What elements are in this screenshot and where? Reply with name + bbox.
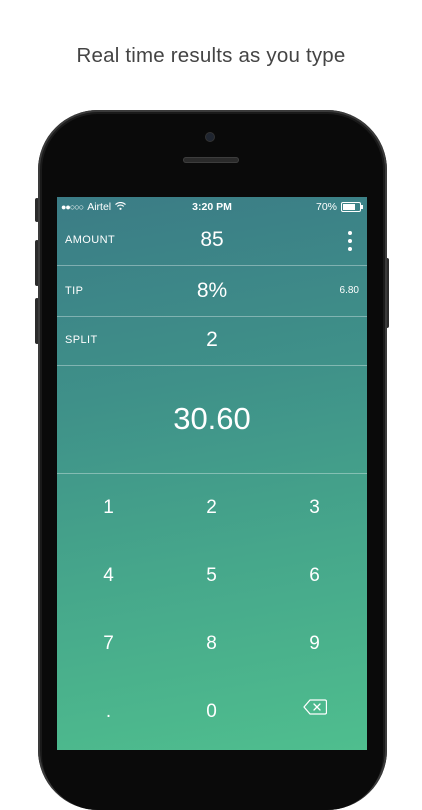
keypad: 1 2 3 4 5 6 7 8 9 . 0 bbox=[57, 474, 367, 750]
key-2[interactable]: 2 bbox=[160, 474, 263, 542]
key-4[interactable]: 4 bbox=[57, 542, 160, 610]
key-7[interactable]: 7 bbox=[57, 610, 160, 678]
battery-icon bbox=[341, 202, 363, 212]
key-6[interactable]: 6 bbox=[263, 542, 366, 610]
key-5[interactable]: 5 bbox=[160, 542, 263, 610]
result-panel: 30.60 bbox=[57, 365, 367, 474]
amount-row[interactable]: AMOUNT 85 bbox=[57, 215, 367, 266]
tip-value[interactable]: 8% bbox=[57, 266, 367, 316]
status-bar: ●●○○○ Airtel 3:20 PM 70% bbox=[57, 197, 367, 217]
earpiece-speaker bbox=[183, 157, 239, 163]
backspace-icon bbox=[302, 676, 327, 744]
key-3[interactable]: 3 bbox=[263, 474, 366, 542]
key-8[interactable]: 8 bbox=[160, 610, 263, 678]
tip-row[interactable]: TIP 8% 6.80 bbox=[57, 266, 367, 317]
tip-amount: 6.80 bbox=[339, 285, 359, 296]
more-options-icon[interactable] bbox=[347, 231, 353, 251]
caption: Real time results as you type bbox=[76, 44, 346, 67]
split-value[interactable]: 2 bbox=[57, 315, 367, 365]
battery-percent: 70% bbox=[315, 201, 337, 213]
key-9[interactable]: 9 bbox=[263, 610, 366, 678]
key-1[interactable]: 1 bbox=[57, 474, 160, 542]
split-row[interactable]: SPLIT 2 bbox=[57, 315, 367, 366]
app-screen: ●●○○○ Airtel 3:20 PM 70% AMOUNT 85 TIP 8… bbox=[57, 197, 367, 750]
backspace-button[interactable] bbox=[263, 678, 366, 746]
key-0[interactable]: 0 bbox=[160, 678, 263, 746]
amount-value[interactable]: 85 bbox=[57, 215, 367, 265]
front-camera bbox=[206, 133, 214, 141]
per-person-result: 30.60 bbox=[173, 401, 251, 436]
key-decimal[interactable]: . bbox=[57, 678, 160, 746]
